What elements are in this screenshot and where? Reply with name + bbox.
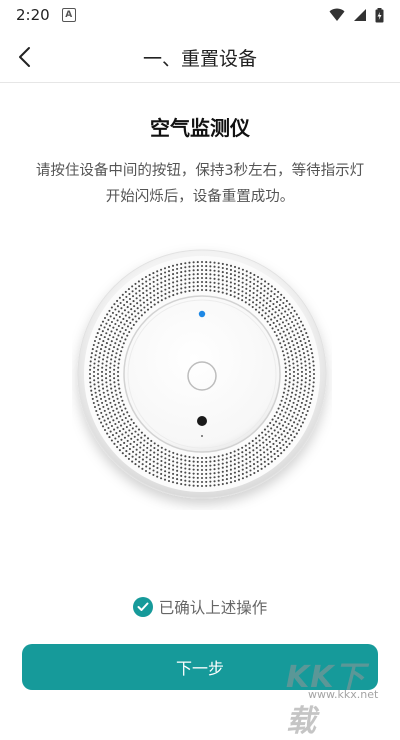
instruction-line-2: 开始闪烁后，设备重置成功。 <box>105 189 295 205</box>
device-name: 空气监测仪 <box>150 116 250 140</box>
status-time: 2:20 <box>16 6 50 24</box>
status-left: 2:20 A <box>16 6 76 24</box>
signal-icon <box>354 9 366 21</box>
mic-hole <box>201 435 203 437</box>
page-title: 一、重置设备 <box>142 47 257 70</box>
instructions: 请按住设备中间的按钮，保持3秒左右，等待指示灯 开始闪烁后，设备重置成功。 <box>20 158 380 210</box>
indicator-light <box>198 310 206 318</box>
next-button[interactable]: 下一步 <box>22 644 378 690</box>
status-right <box>329 7 384 23</box>
confirm-label: 已确认上述操作 <box>158 599 268 617</box>
sensor-hole <box>197 416 207 426</box>
nav-bar: 一、重置设备 <box>0 32 400 83</box>
chevron-left-icon <box>19 47 30 67</box>
back-button[interactable] <box>8 40 42 74</box>
status-bar: 2:20 A <box>0 0 400 30</box>
notification-icon: A <box>61 8 76 22</box>
air-monitor-device-image <box>77 249 327 499</box>
instruction-line-1: 请按住设备中间的按钮，保持3秒左右，等待指示灯 <box>35 163 365 179</box>
battery-icon <box>375 7 384 22</box>
check-icon[interactable] <box>132 597 153 617</box>
wifi-icon <box>329 8 345 21</box>
confirm-checkbox-row[interactable]: 已确认上述操作 <box>0 594 400 620</box>
